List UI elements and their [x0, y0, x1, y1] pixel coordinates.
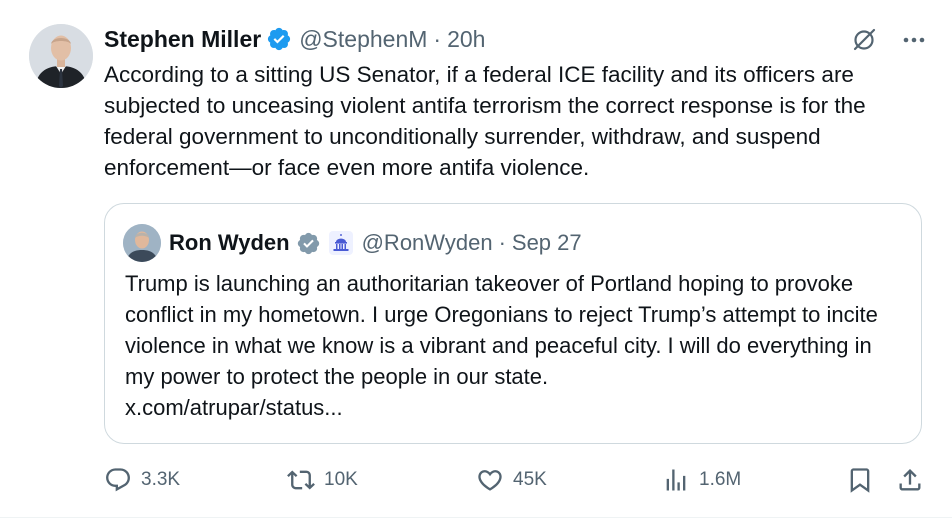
repost-count: 10K	[324, 469, 358, 490]
author-name[interactable]: Stephen Miller	[104, 26, 261, 53]
tweet[interactable]: Stephen Miller @StephenM · 20h According	[0, 0, 952, 518]
post-text: According to a sitting US Senator, if a …	[104, 62, 866, 180]
reply-count: 3.3K	[141, 469, 181, 490]
like-count: 45K	[513, 469, 547, 490]
verified-badge-icon[interactable]	[266, 26, 292, 52]
quoted-header-separator: ·	[498, 230, 506, 255]
views-button[interactable]: 1.6M	[662, 462, 741, 498]
reply-icon	[106, 468, 130, 492]
post-timestamp[interactable]: 20h	[447, 26, 485, 53]
author-avatar[interactable]	[29, 24, 93, 88]
quoted-post-text: Trump is launching an authoritarian take…	[125, 271, 878, 389]
post-header: Stephen Miller @StephenM · 20h	[104, 24, 485, 54]
quoted-avatar-image	[123, 224, 161, 262]
grok-icon[interactable]	[850, 26, 878, 54]
quoted-post-link[interactable]: x.com/atrupar/status...	[125, 392, 905, 423]
quoted-post-header: Ron Wyden @RonWyden · Sep 27	[169, 228, 582, 258]
share-icon	[899, 469, 921, 491]
more-dots-icon[interactable]	[900, 26, 928, 54]
quoted-timestamp[interactable]: Sep 27	[512, 230, 582, 256]
author-handle[interactable]: @StephenM	[299, 26, 427, 53]
bookmark-icon	[850, 468, 870, 493]
quoted-post-text-block: Trump is launching an authoritarian take…	[125, 268, 905, 423]
quoted-post[interactable]: Ron Wyden @RonWyden · Sep 27 Trump is la…	[104, 203, 922, 444]
engagement-bar: 3.3K 10K 45K 1.6M	[104, 462, 924, 498]
capitol-building-icon[interactable]	[328, 231, 353, 255]
heart-icon	[478, 470, 502, 491]
views-icon	[666, 469, 686, 491]
share-button[interactable]	[896, 462, 924, 498]
bookmark-button[interactable]	[846, 462, 874, 498]
like-button[interactable]: 45K	[476, 462, 547, 498]
gray-checkmark-icon[interactable]	[296, 231, 321, 256]
repost-button[interactable]: 10K	[287, 462, 358, 498]
repost-icon	[287, 470, 315, 490]
author-avatar-image	[29, 24, 93, 88]
quoted-author-avatar[interactable]	[123, 224, 161, 262]
post-top-actions	[850, 26, 928, 54]
quoted-author-handle[interactable]: @RonWyden	[362, 230, 493, 256]
views-count: 1.6M	[699, 469, 742, 490]
quoted-author-name[interactable]: Ron Wyden	[169, 230, 290, 256]
reply-button[interactable]: 3.3K	[104, 462, 180, 498]
header-separator: ·	[433, 25, 442, 52]
